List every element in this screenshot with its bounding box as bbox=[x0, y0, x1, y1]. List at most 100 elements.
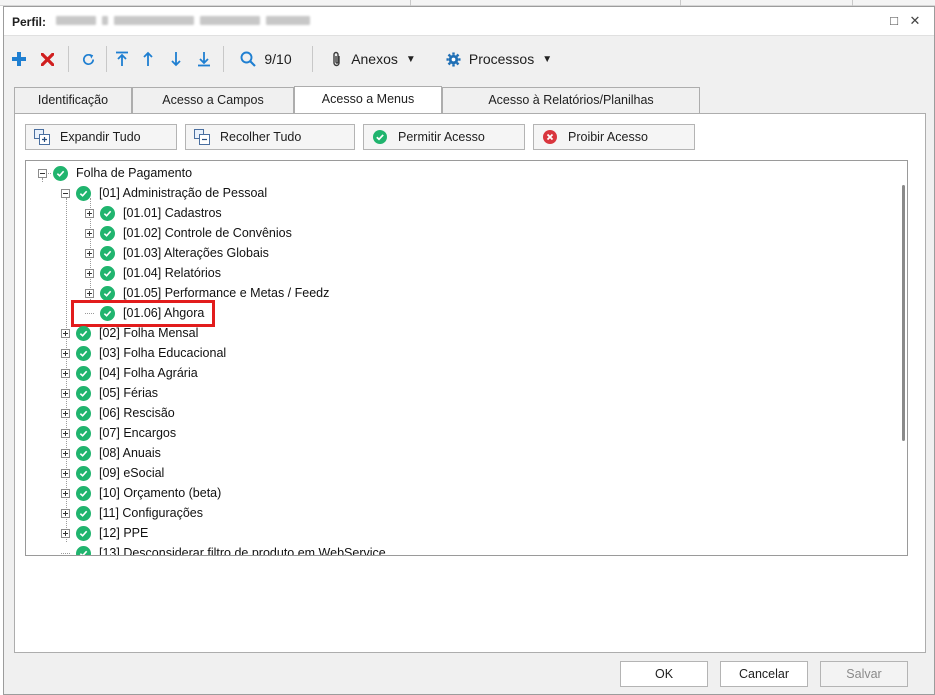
tree-node-label: [12] PPE bbox=[99, 526, 149, 540]
toolbar-separator bbox=[68, 46, 69, 72]
expand-toggle-icon[interactable] bbox=[61, 528, 70, 538]
toolbar: 9/10 Anexos ▼ Processos ▼ bbox=[4, 37, 934, 81]
check-circle-icon bbox=[76, 465, 91, 481]
tab-acesso-menus[interactable]: Acesso a Menus bbox=[294, 86, 442, 114]
processos-label: Processos bbox=[468, 51, 535, 67]
tree-node-label: [01.01] Cadastros bbox=[123, 206, 222, 220]
restore-icon[interactable]: □ bbox=[887, 14, 901, 28]
tree-node-label: [03] Folha Educacional bbox=[99, 346, 227, 360]
expand-toggle-icon[interactable] bbox=[85, 248, 94, 258]
tree-node[interactable]: [01] Administração de Pessoal bbox=[61, 184, 267, 202]
highlight-box bbox=[71, 300, 215, 327]
processos-menu-button[interactable]: Processos ▼ bbox=[438, 48, 560, 70]
tree-node[interactable]: [01.02] Controle de Convênios bbox=[85, 224, 292, 242]
ok-button[interactable]: OK bbox=[620, 661, 708, 687]
toolbar-separator bbox=[312, 46, 313, 72]
check-circle-icon bbox=[100, 245, 115, 261]
check-circle-icon bbox=[53, 165, 68, 181]
expand-toggle-icon[interactable] bbox=[61, 368, 70, 378]
expand-toggle-icon[interactable] bbox=[61, 388, 70, 398]
tree-node-label: [10] Orçamento (beta) bbox=[99, 486, 222, 500]
expand-toggle-icon[interactable] bbox=[61, 328, 70, 338]
tree-node[interactable]: [11] Configurações bbox=[61, 504, 203, 522]
allow-access-label: Permitir Acesso bbox=[398, 130, 485, 144]
deny-access-label: Proibir Acesso bbox=[568, 130, 648, 144]
tree-node-label: [08] Anuais bbox=[99, 446, 161, 460]
next-record-button[interactable] bbox=[166, 48, 186, 70]
tab-identificacao[interactable]: Identificação bbox=[14, 87, 132, 113]
expand-toggle-icon[interactable] bbox=[85, 228, 94, 238]
close-icon[interactable]: ✕ bbox=[908, 14, 922, 28]
check-circle-icon bbox=[76, 185, 91, 201]
tree-connector bbox=[48, 173, 51, 174]
expand-toggle-icon[interactable] bbox=[61, 408, 70, 418]
menus-access-panel: Expandir Tudo Recolher Tudo Permitir Ace… bbox=[14, 113, 926, 653]
check-circle-icon bbox=[100, 285, 115, 301]
collapse-all-button[interactable]: Recolher Tudo bbox=[185, 124, 355, 150]
tree-node[interactable]: [09] eSocial bbox=[61, 464, 164, 482]
expand-toggle-icon[interactable] bbox=[85, 288, 94, 298]
tab-acesso-relatorios[interactable]: Acesso à Relatórios/Planilhas bbox=[442, 87, 700, 113]
expand-toggle-icon[interactable] bbox=[85, 268, 94, 278]
tree-node-label: [06] Rescisão bbox=[99, 406, 175, 420]
check-circle-icon bbox=[100, 205, 115, 221]
check-circle-icon bbox=[76, 545, 91, 555]
tree-node-label: [01.03] Alterações Globais bbox=[123, 246, 269, 260]
tree-node-label: [01.05] Performance e Metas / Feedz bbox=[123, 286, 330, 300]
previous-record-button[interactable] bbox=[138, 48, 158, 70]
expand-toggle-icon[interactable] bbox=[61, 508, 70, 518]
delete-button[interactable] bbox=[38, 48, 56, 70]
chevron-down-icon: ▼ bbox=[405, 53, 416, 65]
tree-node[interactable]: [07] Encargos bbox=[61, 424, 176, 442]
expand-toggle-icon[interactable] bbox=[61, 488, 70, 498]
window-title-label: Perfil: bbox=[12, 15, 47, 29]
tab-acesso-campos[interactable]: Acesso a Campos bbox=[132, 87, 294, 113]
tree-node-label: [11] Configurações bbox=[99, 506, 203, 520]
refresh-button[interactable] bbox=[78, 48, 98, 70]
deny-access-button[interactable]: Proibir Acesso bbox=[533, 124, 695, 150]
expand-all-button[interactable]: Expandir Tudo bbox=[25, 124, 177, 150]
anexos-menu-button[interactable]: Anexos ▼ bbox=[322, 48, 426, 70]
last-record-button[interactable] bbox=[194, 48, 214, 70]
check-circle-icon bbox=[76, 505, 91, 521]
expand-toggle-icon[interactable] bbox=[61, 348, 70, 358]
record-counter: 9/10 bbox=[264, 51, 292, 67]
tree-node[interactable]: [05] Férias bbox=[61, 384, 158, 402]
expand-toggle-icon[interactable] bbox=[61, 428, 70, 438]
tree-node[interactable]: [01.01] Cadastros bbox=[85, 204, 222, 222]
expand-toggle-icon[interactable] bbox=[61, 448, 70, 458]
tree-node[interactable]: [03] Folha Educacional bbox=[61, 344, 226, 362]
add-icon bbox=[12, 52, 26, 66]
save-button[interactable]: Salvar bbox=[820, 661, 908, 687]
search-icon bbox=[240, 51, 257, 67]
collapse-toggle-icon[interactable] bbox=[61, 188, 70, 198]
expand-all-icon bbox=[34, 129, 50, 145]
add-button[interactable] bbox=[10, 48, 28, 70]
check-circle-icon bbox=[76, 365, 91, 381]
tree-node-root[interactable]: Folha de Pagamento bbox=[38, 164, 192, 182]
first-record-button[interactable] bbox=[112, 48, 132, 70]
tree-node[interactable]: [08] Anuais bbox=[61, 444, 161, 462]
tree-node[interactable]: [01.03] Alterações Globais bbox=[85, 244, 269, 262]
expand-toggle-icon[interactable] bbox=[61, 468, 70, 478]
allow-access-button[interactable]: Permitir Acesso bbox=[363, 124, 525, 150]
tree-node[interactable]: [04] Folha Agrária bbox=[61, 364, 198, 382]
expand-toggle-icon[interactable] bbox=[85, 208, 94, 218]
tree-node[interactable]: [13] Desconsiderar filtro de produto em … bbox=[61, 544, 386, 555]
tree-node[interactable]: [10] Orçamento (beta) bbox=[61, 484, 221, 502]
cancel-button[interactable]: Cancelar bbox=[720, 661, 808, 687]
tree-node[interactable]: [01.04] Relatórios bbox=[85, 264, 221, 282]
tree-connector bbox=[61, 552, 70, 554]
tree-node[interactable]: [06] Rescisão bbox=[61, 404, 175, 422]
check-circle-icon bbox=[76, 425, 91, 441]
tree-node[interactable]: [02] Folha Mensal bbox=[61, 324, 198, 342]
redacted-profile-name bbox=[56, 15, 310, 26]
tree-node[interactable]: [12] PPE bbox=[61, 524, 148, 542]
search-button[interactable]: 9/10 bbox=[232, 48, 300, 70]
tree-node-label: [07] Encargos bbox=[99, 426, 177, 440]
check-circle-icon bbox=[76, 405, 91, 421]
tree-scrollbar-thumb[interactable] bbox=[902, 185, 905, 441]
tree-node-label: [05] Férias bbox=[99, 386, 159, 400]
check-circle-icon bbox=[76, 445, 91, 461]
collapse-toggle-icon[interactable] bbox=[38, 168, 47, 178]
